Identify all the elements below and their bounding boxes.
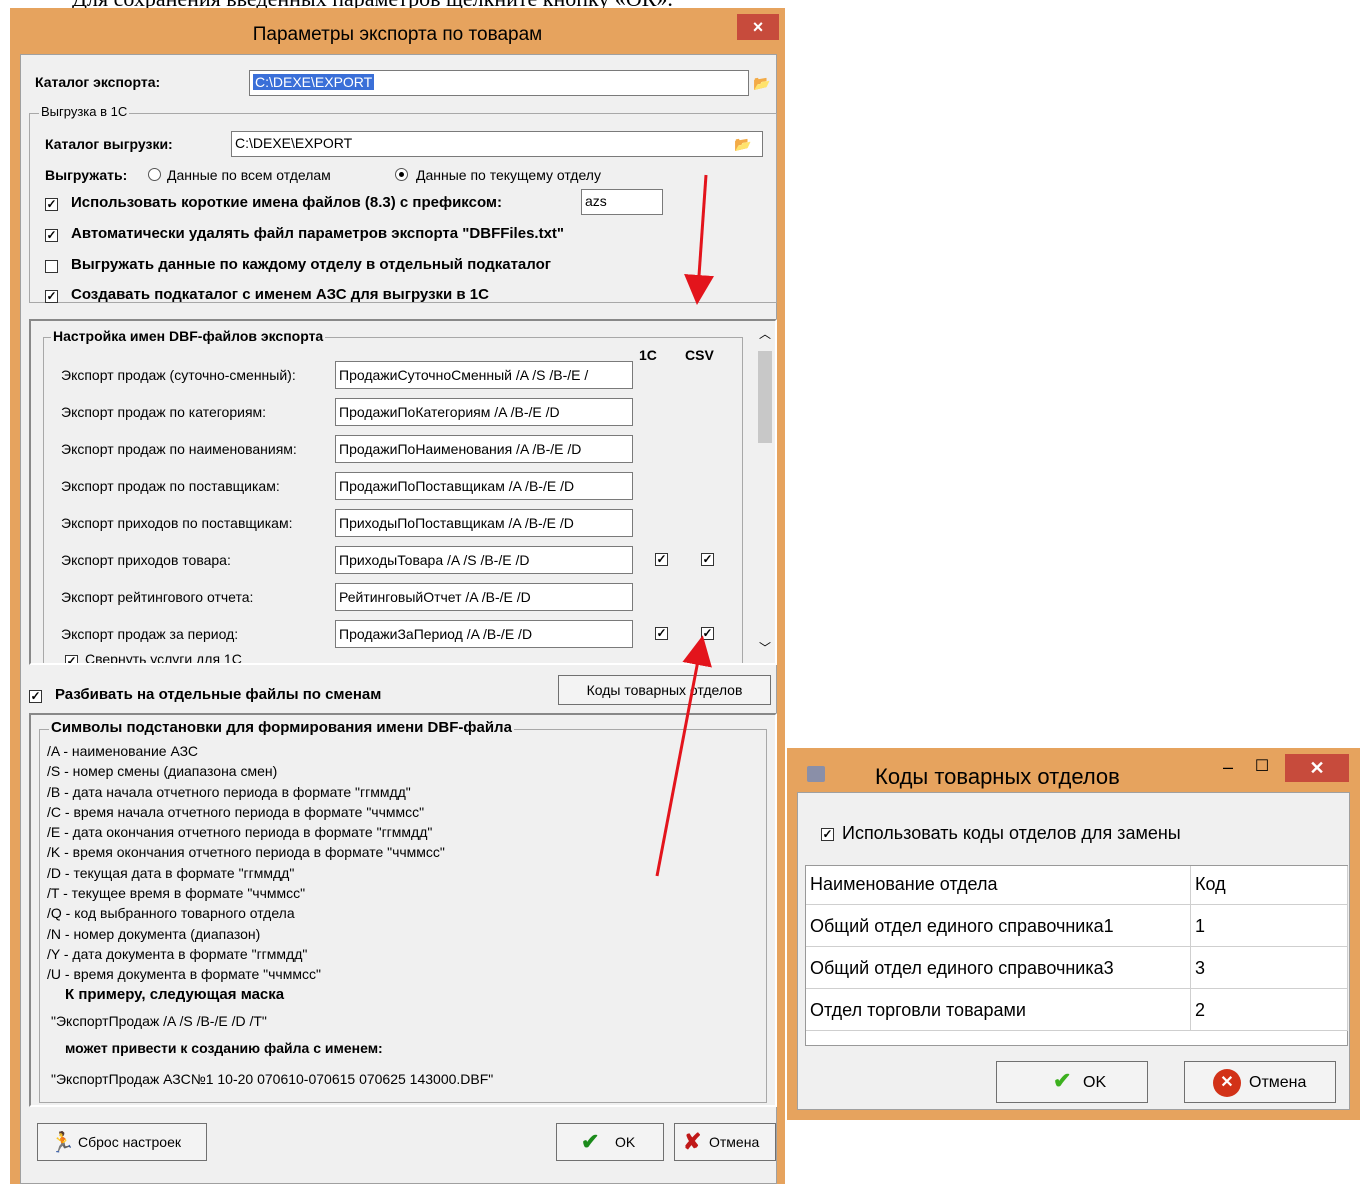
arrow-down xyxy=(684,174,715,305)
annotation-arrows xyxy=(655,174,715,877)
arrow-up xyxy=(655,635,712,877)
